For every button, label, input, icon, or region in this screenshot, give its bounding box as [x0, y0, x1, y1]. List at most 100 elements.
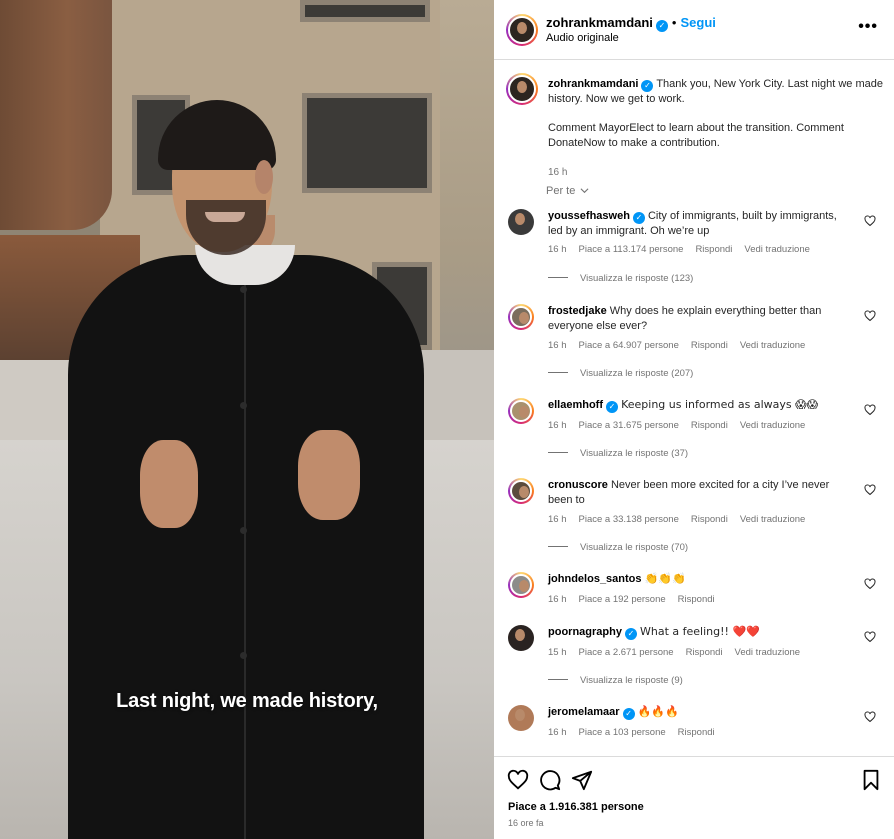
comment-meta: 16 h Piace a 64.907 persone Rispondi Vedi t… — [548, 340, 817, 351]
commenter-avatar[interactable] — [508, 398, 534, 424]
comment-body: Keeping us informed as always 😱😱 — [621, 398, 819, 411]
replies-label: Visualizza le risposte (9) — [580, 675, 683, 686]
speaker-coat — [68, 255, 424, 839]
commenter-username[interactable]: cronuscore — [548, 479, 608, 491]
commenter-username[interactable]: jeromelamaar — [548, 706, 620, 718]
view-replies[interactable]: Visualizza le risposte (207) — [548, 368, 693, 379]
header-user-row: zohrankmamdani ✓ • Segui — [546, 15, 716, 32]
view-replies[interactable]: Visualizza le risposte (37) — [548, 448, 688, 459]
replies-label: Visualizza le risposte (70) — [580, 542, 689, 553]
reel-video[interactable]: Last night, we made history, — [0, 0, 494, 839]
reply-button[interactable]: Rispondi — [691, 514, 728, 525]
view-replies[interactable]: Visualizza le risposte (123) — [548, 273, 693, 284]
post-panel: zohrankmamdani ✓ • Segui Audio originale ••… — [494, 0, 894, 839]
comment-body: 🔥🔥🔥 — [637, 705, 679, 718]
reply-button[interactable]: Rispondi — [691, 340, 728, 351]
heart-icon[interactable] — [864, 310, 876, 322]
comment-likes[interactable]: Piace a 33.138 persone — [579, 514, 679, 525]
comment-text: poornagraphy ✓ What a feeling!! ❤️❤️ — [548, 625, 848, 640]
heart-icon[interactable] — [864, 578, 876, 590]
view-replies[interactable]: Visualizza le risposte (9) — [548, 675, 683, 686]
translate-button[interactable]: Vedi traduzione — [740, 514, 806, 525]
speaker-ear — [255, 160, 273, 194]
caption-time: 16 h — [548, 167, 568, 178]
post-actions: Piace a 1.916.381 persone 16 ore fa — [494, 756, 894, 839]
comment-icon[interactable] — [539, 769, 561, 791]
more-icon[interactable]: ••• — [858, 18, 878, 36]
translate-button[interactable]: Vedi traduzione — [735, 647, 801, 658]
commenter-username[interactable]: youssefhasweh — [548, 210, 630, 222]
commenter-avatar[interactable] — [508, 304, 534, 330]
follow-button[interactable]: Segui — [680, 15, 715, 30]
author-avatar[interactable] — [506, 73, 538, 105]
commenter-username[interactable]: frostedjake — [548, 305, 607, 317]
comment-time: 16 h — [548, 727, 567, 738]
heart-icon[interactable] — [864, 711, 876, 723]
commenter-avatar[interactable] — [508, 209, 534, 235]
post-header: zohrankmamdani ✓ • Segui Audio originale ••… — [494, 0, 894, 60]
like-count[interactable]: Piace a 1.916.381 persone — [508, 801, 644, 813]
comment-body: 👏👏👏 — [644, 572, 686, 585]
comment-likes[interactable]: Piace a 192 persone — [579, 594, 666, 605]
heart-icon[interactable] — [864, 484, 876, 496]
comment-time: 16 h — [548, 514, 567, 525]
author-username[interactable]: zohrankmamdani — [546, 15, 653, 30]
bookmark-icon[interactable] — [860, 769, 882, 791]
comment-time: 16 h — [548, 244, 567, 255]
author-avatar[interactable] — [506, 14, 538, 46]
comment-likes[interactable]: Piace a 113.174 persone — [579, 244, 684, 255]
comment-text: ellaemhoff ✓ Keeping us informed as alway… — [548, 398, 848, 413]
share-icon[interactable] — [571, 769, 593, 791]
comment-likes[interactable]: Piace a 103 persone — [579, 727, 666, 738]
window — [300, 0, 430, 22]
caption-username[interactable]: zohrankmamdani — [548, 78, 638, 90]
coat-button — [240, 402, 247, 409]
commenter-username[interactable]: poornagraphy — [548, 626, 622, 638]
replies-line — [548, 679, 568, 680]
reply-button[interactable]: Rispondi — [678, 727, 715, 738]
translate-button[interactable]: Vedi traduzione — [740, 340, 806, 351]
audio-link[interactable]: Audio originale — [546, 32, 619, 44]
replies-line — [548, 372, 568, 373]
comment-text: frostedjake Why does he explain everythi… — [548, 304, 848, 333]
comment-likes[interactable]: Piace a 2.671 persone — [579, 647, 674, 658]
verified-icon: ✓ — [622, 708, 635, 720]
coat-button — [240, 652, 247, 659]
comment-time: 15 h — [548, 647, 567, 658]
verified-icon: ✓ — [632, 212, 645, 224]
comments-scroll[interactable]: zohrankmamdani ✓ Thank you, New York City… — [494, 61, 894, 756]
commenter-username[interactable]: johndelos_santos — [548, 573, 642, 585]
heart-icon[interactable] — [864, 404, 876, 416]
comment-meta: 15 h Piace a 2.671 persone Rispondi Vedi tr… — [548, 647, 812, 658]
reply-button[interactable]: Rispondi — [695, 244, 732, 255]
heart-icon[interactable] — [864, 631, 876, 643]
reply-button[interactable]: Rispondi — [686, 647, 723, 658]
speaker-mouth — [205, 212, 245, 222]
comment-body: What a feeling!! ❤️❤️ — [640, 625, 760, 638]
commenter-avatar[interactable] — [508, 625, 534, 651]
replies-line — [548, 546, 568, 547]
reply-button[interactable]: Rispondi — [691, 420, 728, 431]
comment-time: 16 h — [548, 594, 567, 605]
caption-text: zohrankmamdani ✓ Thank you, New York City… — [548, 77, 888, 150]
replies-line — [548, 277, 568, 278]
coat-button — [240, 527, 247, 534]
translate-button[interactable]: Vedi traduzione — [740, 420, 806, 431]
comment-likes[interactable]: Piace a 31.675 persone — [579, 420, 679, 431]
commenter-avatar[interactable] — [508, 478, 534, 504]
replies-label: Visualizza le risposte (123) — [580, 273, 694, 284]
comment-meta: 16 h Piace a 103 persone Rispondi — [548, 727, 727, 738]
heart-icon[interactable] — [507, 769, 529, 791]
view-replies[interactable]: Visualizza le risposte (70) — [548, 542, 688, 553]
reply-button[interactable]: Rispondi — [678, 594, 715, 605]
coat-button — [240, 286, 247, 293]
comment-text: cronuscore Never been more excited for a… — [548, 478, 848, 507]
comment-likes[interactable]: Piace a 64.907 persone — [579, 340, 679, 351]
sort-dropdown[interactable]: Per te — [546, 185, 589, 197]
heart-icon[interactable] — [864, 215, 876, 227]
translate-button[interactable]: Vedi traduzione — [744, 244, 810, 255]
commenter-username[interactable]: ellaemhoff — [548, 399, 603, 411]
commenter-avatar[interactable] — [508, 572, 534, 598]
replies-label: Visualizza le risposte (37) — [580, 448, 689, 459]
commenter-avatar[interactable] — [508, 705, 534, 731]
